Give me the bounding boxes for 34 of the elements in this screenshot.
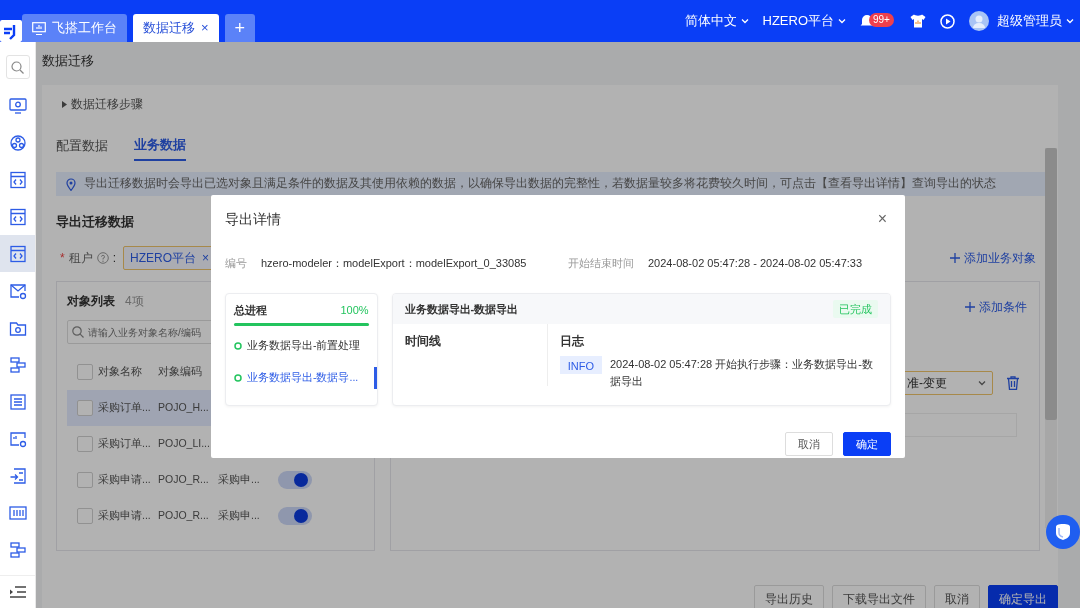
notification-count: 99+ [869,13,894,27]
item-count: 4项 [125,293,144,310]
section-title: 导出迁移数据 [56,213,134,230]
table-cell-text: 采购申请... [98,472,152,488]
column-title: 时间线 [404,333,442,350]
column-title: 日志 [559,333,585,350]
info-label: 开始结束时间 [568,255,634,271]
panel-title: 对象列表 [67,293,115,310]
table-cell-text: 采购订单... [98,400,152,416]
info-label: 编号 [225,255,247,271]
table-cell-text: POJO_LI... [158,436,211,452]
column-header: 对象编码 [158,364,203,380]
table-cell-text: 采购申... [218,472,261,488]
field-label: 租户 [68,250,93,267]
page-title: 数据迁移 [42,52,95,70]
info-value: 2024-08-02 05:47:28 - 2024-08-02 05:47:33 [648,255,863,271]
info-alert: 导出迁移数据时会导出已选对象且满足条件的数据及其使用依赖的数据，以确保导出数据的完整性，若数据量较多将花费较久时间，可点击【查看导出详情】查询导出的状态 [56,172,1045,196]
table-cell-text: 采购申请... [98,508,152,524]
table-cell-text: POJO_R... [158,508,210,524]
log-level-tag: INFO [559,356,602,374]
column-header: 对象名称 [98,364,143,380]
progress-label: 总进程 [234,303,267,318]
table-cell-text: POJO_H... [158,400,210,416]
detail-title: 业务数据导出-数据导出 [404,301,519,317]
table-cell-text: POJO_R... [158,472,210,488]
status-tag: 已完成 [833,299,878,319]
table-cell-text: 采购订单... [98,436,152,452]
progress-percent: 100% [340,303,369,318]
info-value: hzero-modeler：modelExport：modelExport_0_33085 [261,255,528,271]
colon-label: : [112,250,116,267]
required-mark: * [60,250,65,267]
log-text: 2024-08-02 05:47:28 开始执行步骤：业务数据导出-数据导出 [610,357,874,389]
table-cell-text: 采购申... [218,508,261,524]
dialog-title: 导出详情 [225,210,281,229]
